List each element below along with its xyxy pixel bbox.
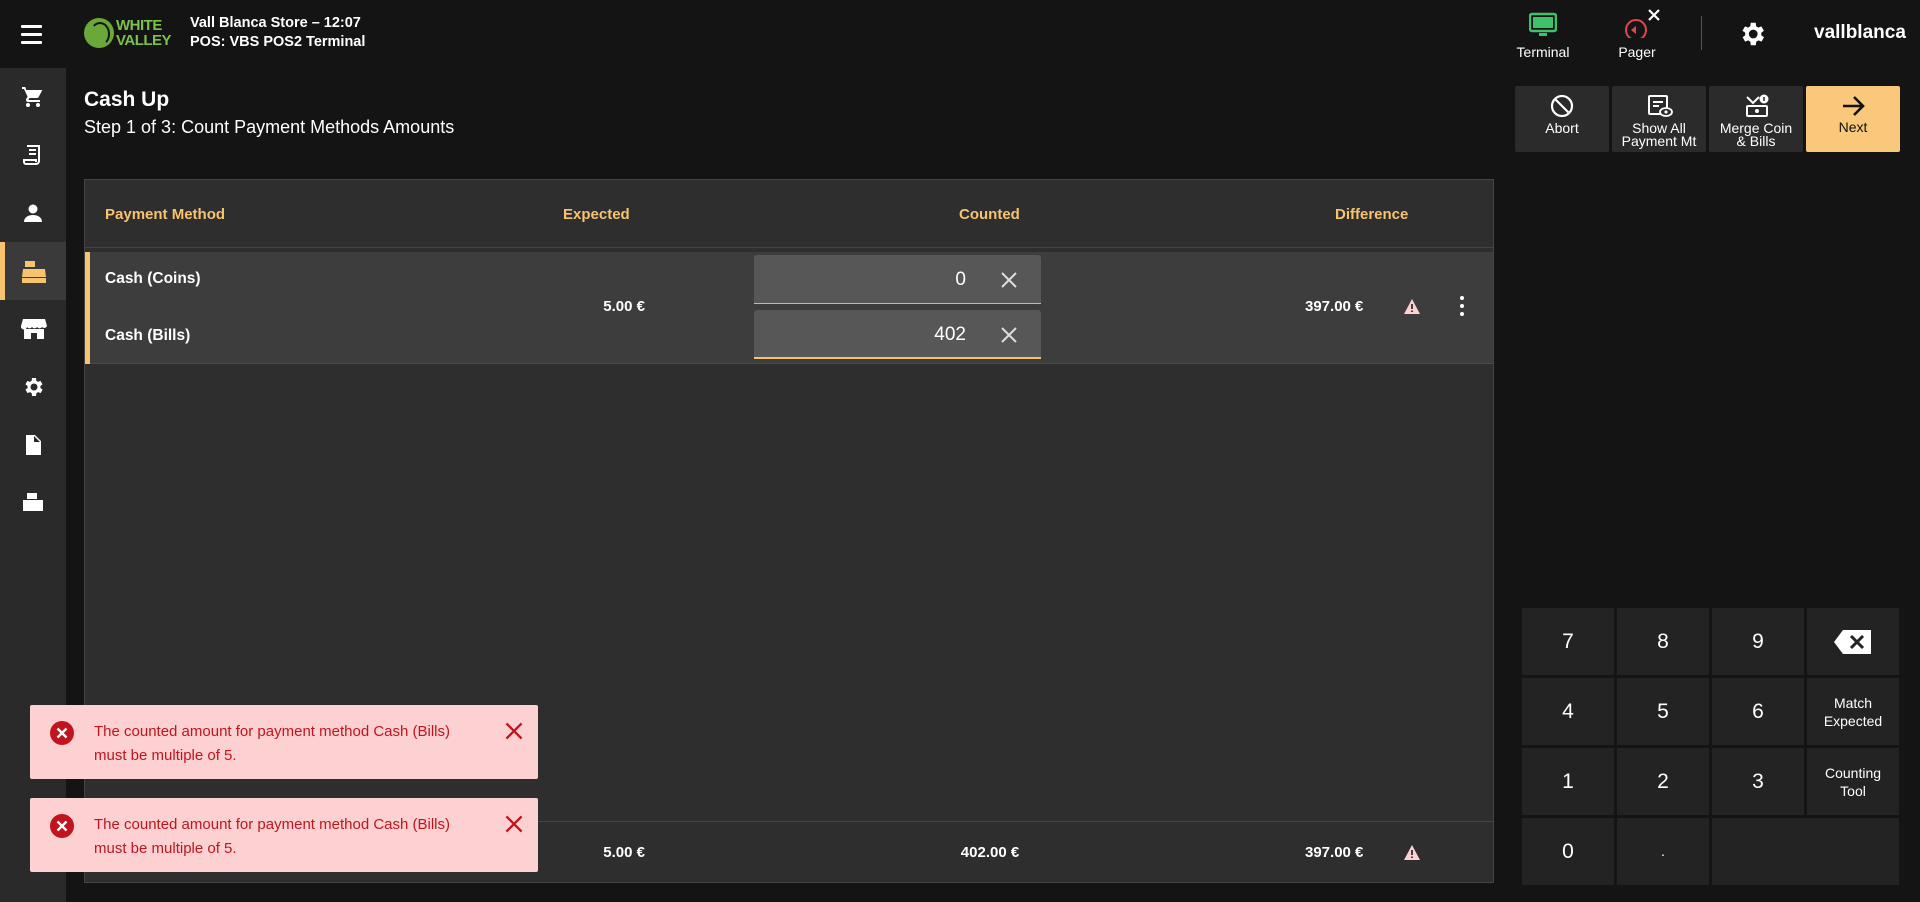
printer-icon [23, 493, 43, 511]
header-difference: Difference [1335, 206, 1409, 223]
sidebar-item-printer[interactable] [0, 474, 66, 532]
counting-tool-key[interactable]: Counting Tool [1807, 748, 1899, 815]
header-expected: Expected [563, 206, 630, 223]
page-subtitle: Step 1 of 3: Count Payment Methods Amoun… [84, 117, 455, 137]
difference-value: 397.00 € [1305, 298, 1364, 315]
store-icon [21, 319, 47, 339]
clear-coins-icon[interactable] [997, 268, 1021, 292]
block-icon [1550, 94, 1574, 118]
show-all-label: Show All Payment Mt [1621, 120, 1697, 149]
menu-icon[interactable] [17, 22, 49, 46]
total-difference: 397.00 € [1305, 844, 1364, 861]
next-button[interactable]: Next [1806, 86, 1900, 152]
pos-line: POS: VBS POS2 Terminal [190, 34, 366, 50]
pager-button[interactable]: Pager [1597, 8, 1677, 64]
counted-coins-input[interactable] [762, 267, 966, 293]
page-title: Cash Up [84, 88, 170, 111]
gear-icon [25, 378, 43, 396]
close-icon[interactable] [501, 718, 527, 744]
next-label: Next [1838, 119, 1868, 135]
top-bar: WHITE VALLEY Vall Blanca Store – 12:07 P… [0, 0, 1920, 68]
sidebar-item-cart[interactable] [0, 68, 66, 126]
sidebar-item-settings[interactable] [0, 358, 66, 416]
header-payment-method: Payment Method [105, 206, 226, 223]
key-9[interactable]: 9 [1712, 608, 1804, 675]
key-1[interactable]: 1 [1522, 748, 1614, 815]
backspace-key[interactable] [1807, 608, 1899, 675]
close-icon[interactable] [501, 811, 527, 837]
toast-message: The counted amount for payment method Ca… [94, 723, 451, 764]
merge-label: Merge Coin & Bills [1719, 120, 1793, 149]
more-vert-icon[interactable] [1457, 296, 1467, 320]
list-eye-icon [1648, 95, 1673, 117]
header-counted: Counted [959, 206, 1020, 223]
key-7[interactable]: 7 [1522, 608, 1614, 675]
counted-bills-input[interactable] [762, 322, 966, 348]
monitor-icon [1529, 12, 1557, 36]
store-info: Vall Blanca Store – 12:07 POS: VBS POS2 … [190, 14, 365, 52]
key-empty [1712, 818, 1899, 885]
document-icon [26, 435, 41, 455]
sidebar-item-documents[interactable] [0, 416, 66, 474]
abort-button[interactable]: Abort [1515, 86, 1609, 152]
error-toast: The counted amount for payment method Ca… [30, 798, 538, 872]
numeric-keypad: 7 8 9 4 5 6 Match Expected 1 2 3 Counting… [1522, 608, 1900, 885]
backspace-icon [1834, 630, 1871, 654]
error-toast: The counted amount for payment method Ca… [30, 705, 538, 779]
cash-register-icon [22, 261, 46, 283]
total-expected: 5.00 € [603, 844, 645, 861]
key-8[interactable]: 8 [1617, 608, 1709, 675]
terminal-label: Terminal [1516, 44, 1570, 60]
sidebar-item-store[interactable] [0, 300, 66, 358]
cart-icon [22, 87, 43, 107]
error-circle-icon [50, 721, 74, 745]
store-line: Vall Blanca Store – 12:07 [190, 15, 361, 31]
table-row[interactable]: Cash (Coins) Cash (Bills) 5.00 € 397.00 … [85, 252, 1493, 364]
key-decimal[interactable]: . [1617, 818, 1709, 885]
warning-icon [1404, 299, 1420, 314]
match-expected-key[interactable]: Match Expected [1807, 678, 1899, 745]
total-counted: 402.00 € [960, 844, 1020, 861]
total-warning-icon [1404, 845, 1420, 860]
key-3[interactable]: 3 [1712, 748, 1804, 815]
abort-label: Abort [1545, 120, 1579, 136]
error-circle-icon [50, 814, 74, 838]
method-cash-bills: Cash (Bills) [105, 327, 191, 344]
receipt-icon [23, 145, 40, 165]
sidebar-item-cash-up[interactable] [0, 242, 66, 300]
key-6[interactable]: 6 [1712, 678, 1804, 745]
expected-value: 5.00 € [603, 298, 645, 315]
logo-text: WHITE VALLEY [116, 17, 172, 49]
white-valley-logo: WHITE VALLEY [84, 16, 174, 52]
key-5[interactable]: 5 [1617, 678, 1709, 745]
terminal-button[interactable]: Terminal [1503, 8, 1583, 64]
settings-gear-icon[interactable] [1737, 19, 1767, 49]
merge-icon [1746, 94, 1769, 117]
clear-bills-icon[interactable] [997, 323, 1021, 347]
counted-bills-field[interactable] [754, 310, 1041, 359]
pager-label: Pager [1618, 44, 1656, 60]
key-4[interactable]: 4 [1522, 678, 1614, 745]
logo-ball-icon [84, 18, 114, 48]
sidebar-item-customer[interactable] [0, 184, 66, 242]
username[interactable]: vallblanca [1814, 22, 1906, 44]
counted-coins-field[interactable] [754, 255, 1041, 304]
key-2[interactable]: 2 [1617, 748, 1709, 815]
key-0[interactable]: 0 [1522, 818, 1614, 885]
method-cash-coins: Cash (Coins) [105, 270, 201, 287]
merge-coin-bills-button[interactable]: Merge Coin & Bills [1709, 86, 1803, 152]
pager-disconnected-icon [1625, 9, 1660, 38]
divider [1701, 16, 1702, 50]
arrow-right-icon [1843, 96, 1865, 116]
sidebar-item-receipts[interactable] [0, 126, 66, 184]
person-icon [24, 204, 42, 222]
table-header: Payment Method Expected Counted Differen… [85, 180, 1493, 248]
show-all-payment-methods-button[interactable]: Show All Payment Mt [1612, 86, 1706, 152]
toast-message: The counted amount for payment method Ca… [94, 816, 451, 857]
